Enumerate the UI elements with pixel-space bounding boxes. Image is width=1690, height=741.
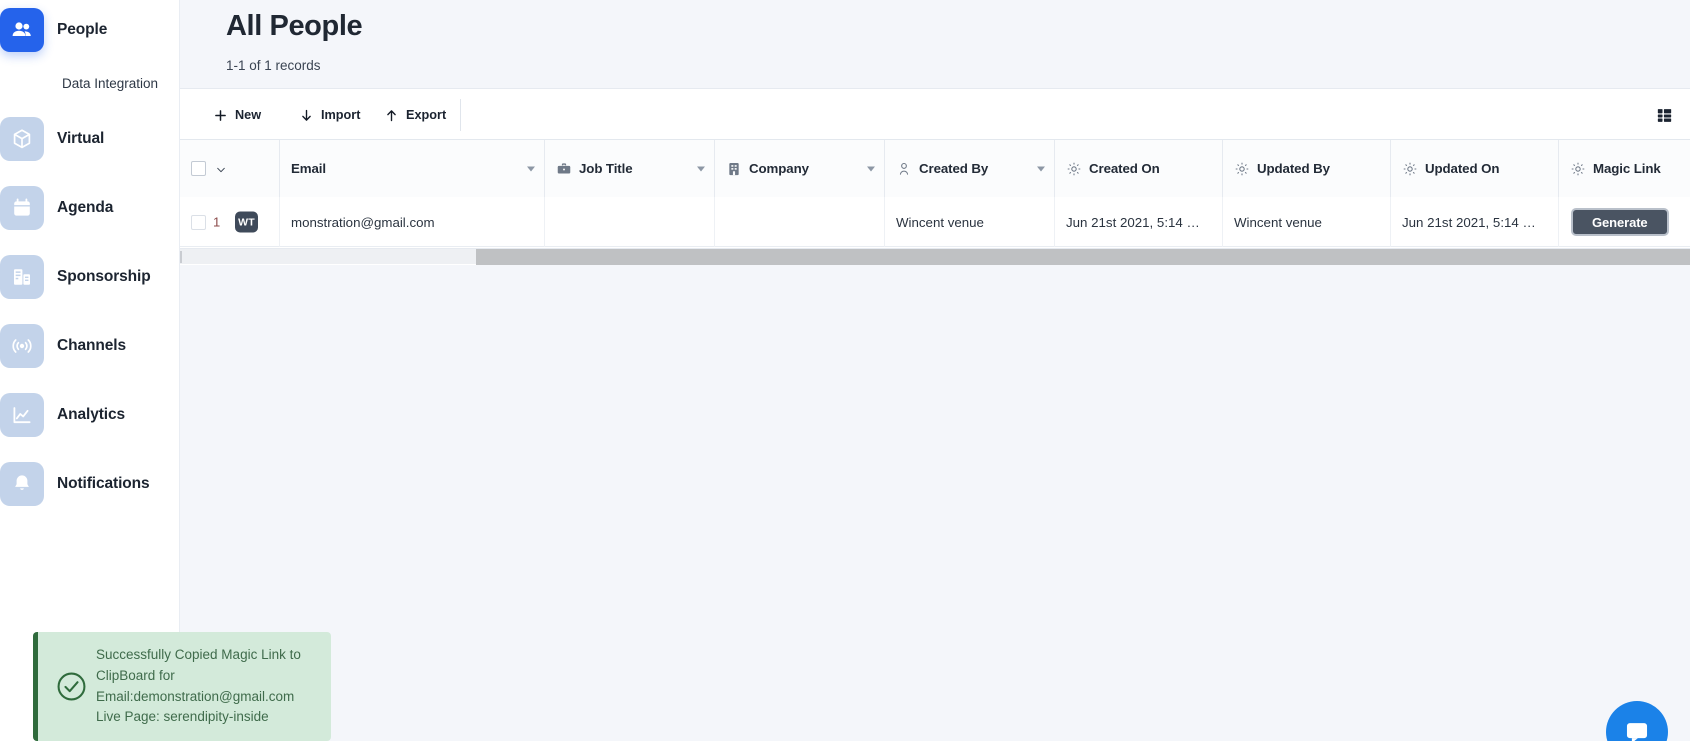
gear-icon — [1234, 161, 1250, 177]
cube-icon — [0, 117, 44, 161]
gear-icon — [1570, 161, 1586, 177]
cell-created-on[interactable]: Jun 21st 2021, 5:14 … — [1055, 197, 1223, 247]
avatar: WT — [235, 211, 258, 233]
app-root: People Data Integration Virtual Agenda S… — [0, 0, 1690, 741]
row-checkbox[interactable] — [191, 214, 206, 230]
record-count: 1-1 of 1 records — [226, 58, 321, 73]
sidebar-item-label: Sponsorship — [57, 268, 151, 285]
column-label: Updated On — [1425, 161, 1500, 176]
horizontal-scrollbar[interactable] — [180, 248, 1690, 265]
column-label: Created On — [1089, 161, 1160, 176]
sidebar: People Data Integration Virtual Agenda S… — [0, 0, 180, 741]
sidebar-item-notifications[interactable]: Notifications — [0, 462, 180, 506]
cell-value: Wincent venue — [1234, 214, 1322, 230]
sidebar-item-sponsorship[interactable]: Sponsorship — [0, 255, 180, 299]
sidebar-item-data-integration[interactable]: Data Integration — [0, 76, 180, 91]
building-icon — [0, 255, 44, 299]
row-number: 1 — [213, 214, 221, 230]
check-circle-icon — [38, 670, 96, 703]
cell-created-by[interactable]: Wincent venue — [885, 197, 1055, 247]
success-toast: Successfully Copied Magic Link to ClipBo… — [33, 632, 331, 741]
people-icon — [0, 8, 44, 52]
table-header-job-title[interactable]: Job Title — [545, 140, 715, 197]
cell-job-title[interactable] — [545, 197, 715, 247]
column-label: Job Title — [579, 161, 633, 176]
sidebar-item-virtual[interactable]: Virtual — [0, 117, 180, 161]
sidebar-item-people[interactable]: People — [0, 8, 180, 52]
column-label: Updated By — [1257, 161, 1330, 176]
export-button-label: Export — [406, 108, 447, 122]
row-select-cell: 1 WT — [180, 197, 280, 247]
chevron-down-icon[interactable] — [215, 163, 227, 175]
cell-value: monstration@gmail.com — [291, 214, 435, 230]
toast-message: Successfully Copied Magic Link to ClipBo… — [96, 647, 301, 725]
horizontal-scrollbar-thumb[interactable] — [476, 249, 1690, 265]
sidebar-item-label: Channels — [57, 337, 126, 354]
sidebar-subitem-label: Data Integration — [62, 76, 159, 91]
cell-value: Jun 21st 2021, 5:14 … — [1066, 214, 1200, 230]
table-header-magic-link[interactable]: Magic Link — [1559, 140, 1690, 197]
scrollbar-left-edge — [180, 251, 182, 263]
import-button[interactable]: Import — [299, 102, 360, 128]
column-sort-caret-created-by[interactable] — [1037, 166, 1045, 171]
column-sort-caret-company[interactable] — [867, 166, 875, 171]
calendar-icon — [0, 186, 44, 230]
sidebar-item-agenda[interactable]: Agenda — [0, 186, 180, 230]
gear-icon — [1402, 161, 1418, 177]
export-button[interactable]: Export — [384, 102, 446, 128]
cell-magic-link: Generate — [1559, 197, 1690, 247]
building2-icon — [726, 161, 742, 177]
gear-icon — [1066, 161, 1082, 177]
table-header-email[interactable]: Email — [280, 140, 545, 197]
cell-updated-by[interactable]: Wincent venue — [1223, 197, 1391, 247]
table-header-row: Email Job Title Company Created By Creat… — [180, 140, 1690, 197]
select-all-checkbox[interactable] — [191, 161, 206, 176]
column-sort-caret-email[interactable] — [527, 166, 535, 171]
cell-email[interactable]: monstration@gmail.com — [280, 197, 545, 247]
data-table: Email Job Title Company Created By Creat… — [180, 140, 1690, 265]
column-label: Company — [749, 161, 809, 176]
main-content: All People 1-1 of 1 records New Import E… — [180, 0, 1690, 741]
cell-updated-on[interactable]: Jun 21st 2021, 5:14 … — [1391, 197, 1559, 247]
sidebar-item-label: People — [57, 21, 108, 38]
table-header-updated-by[interactable]: Updated By — [1223, 140, 1391, 197]
arrow-down-icon — [299, 108, 314, 123]
column-label: Created By — [919, 161, 989, 176]
sidebar-item-analytics[interactable]: Analytics — [0, 393, 180, 437]
toolbar: New Import Export — [180, 89, 1690, 140]
briefcase-icon — [556, 161, 572, 177]
table-header-created-on[interactable]: Created On — [1055, 140, 1223, 197]
page-title: All People — [226, 10, 363, 42]
column-label: Email — [291, 161, 326, 176]
table-header-select — [180, 140, 280, 197]
grid-view-icon[interactable] — [1652, 103, 1676, 127]
column-label: Magic Link — [1593, 161, 1661, 176]
sidebar-item-channels[interactable]: Channels — [0, 324, 180, 368]
bell-icon — [0, 462, 44, 506]
toolbar-divider — [460, 99, 461, 131]
cell-company[interactable] — [715, 197, 885, 247]
new-button[interactable]: New — [213, 102, 261, 128]
chart-line-icon — [0, 393, 44, 437]
sidebar-item-label: Notifications — [57, 475, 150, 492]
arrow-up-icon — [384, 108, 399, 123]
generate-magic-link-button[interactable]: Generate — [1571, 208, 1669, 236]
broadcast-icon — [0, 324, 44, 368]
table-header-updated-on[interactable]: Updated On — [1391, 140, 1559, 197]
sidebar-item-label: Virtual — [57, 130, 105, 147]
plus-icon — [213, 108, 228, 123]
table-row: 1 WT monstration@gmail.com Wincent venue… — [180, 197, 1690, 247]
new-button-label: New — [235, 108, 262, 122]
gear-user-icon — [896, 161, 912, 177]
sidebar-item-label: Agenda — [57, 199, 114, 216]
table-header-company[interactable]: Company — [715, 140, 885, 197]
page-header: All People 1-1 of 1 records — [180, 0, 1690, 89]
import-button-label: Import — [321, 108, 361, 122]
cell-value: Jun 21st 2021, 5:14 … — [1402, 214, 1536, 230]
column-sort-caret-job-title[interactable] — [697, 166, 705, 171]
table-header-created-by[interactable]: Created By — [885, 140, 1055, 197]
cell-value: Wincent venue — [896, 214, 984, 230]
sidebar-item-label: Analytics — [57, 406, 126, 423]
